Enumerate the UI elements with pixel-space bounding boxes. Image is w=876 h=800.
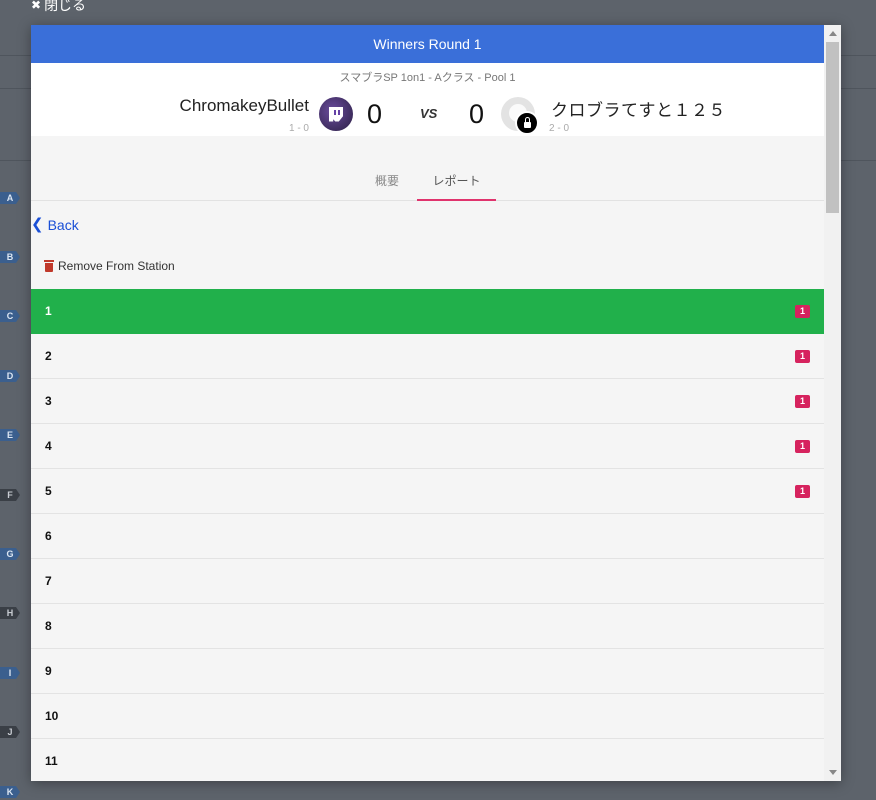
game-badge: 1 — [794, 394, 810, 408]
remove-from-station-button[interactable]: Remove From Station — [44, 259, 175, 273]
modal-scroll-area: Winners Round 1 スマブラSP 1on1 - Aクラス - Poo… — [31, 25, 824, 781]
game-number: 2 — [45, 349, 52, 363]
game-badge: 1 — [794, 304, 810, 318]
game-row[interactable]: 2 1 — [31, 334, 824, 379]
trash-icon — [44, 259, 54, 272]
lock-icon — [515, 111, 539, 135]
game-row[interactable]: 9 — [31, 649, 824, 694]
player1-name[interactable]: ChromakeyBullet — [180, 96, 309, 116]
match-info: スマブラSP 1on1 - Aクラス - Pool 1 ChromakeyBul… — [31, 63, 824, 136]
player2-score: 0 — [469, 99, 485, 129]
modal-scrollbar[interactable] — [824, 25, 841, 781]
tab-report[interactable]: レポート — [417, 172, 496, 201]
game-list: 1 1 2 1 3 1 4 1 5 1 6 7 8 9 10 11 — [31, 289, 824, 781]
game-number: 10 — [45, 709, 59, 723]
bg-bracket-tag: F — [0, 489, 20, 501]
game-number: 11 — [45, 754, 58, 768]
close-button[interactable]: ✖ 閉じる — [31, 0, 86, 15]
game-row[interactable]: 6 — [31, 514, 824, 559]
game-number: 1 — [45, 304, 52, 318]
close-icon: ✖ — [31, 0, 42, 12]
player1-record: 1 - 0 — [288, 123, 309, 134]
game-number: 5 — [45, 484, 52, 498]
back-label: Back — [47, 216, 79, 233]
bg-bracket-tag: K — [0, 786, 20, 798]
vs-label: VS — [420, 106, 438, 121]
bg-bracket-tag: A — [0, 192, 20, 204]
game-number: 9 — [45, 664, 52, 678]
player2-record: 2 - 0 — [549, 123, 570, 134]
bg-bracket-tag: H — [0, 607, 20, 619]
player1-avatar[interactable] — [319, 97, 353, 131]
game-row[interactable]: 10 — [31, 694, 824, 739]
bg-bracket-tag: G — [0, 548, 20, 560]
game-badge: 1 — [794, 439, 810, 453]
game-number: 4 — [45, 439, 52, 453]
game-row[interactable]: 3 1 — [31, 379, 824, 424]
twitch-icon — [329, 106, 343, 122]
event-name: スマブラSP 1on1 - Aクラス - Pool 1 — [339, 72, 516, 84]
tab-bar: 概要 レポート — [31, 136, 824, 201]
player2-name[interactable]: クロブラてすと１２５ — [551, 96, 726, 121]
bg-bracket-column: A B C D E F G H I J K — [0, 0, 31, 800]
player2-avatar[interactable] — [501, 97, 539, 135]
scroll-up-arrow-icon[interactable] — [829, 31, 837, 36]
bg-bracket-tag: B — [0, 251, 20, 263]
game-badge: 1 — [794, 484, 810, 498]
close-label: 閉じる — [44, 0, 87, 13]
game-number: 7 — [45, 574, 52, 588]
game-number: 8 — [45, 619, 52, 633]
game-row[interactable]: 7 — [31, 559, 824, 604]
game-row[interactable]: 1 1 — [31, 289, 824, 334]
game-row[interactable]: 5 1 — [31, 469, 824, 514]
remove-station-label: Remove From Station — [58, 259, 175, 273]
game-number: 3 — [45, 394, 52, 408]
game-number: 6 — [45, 529, 52, 543]
scroll-down-arrow-icon[interactable] — [829, 770, 837, 775]
bg-bracket-tag: E — [0, 429, 20, 441]
game-row[interactable]: 11 — [31, 739, 824, 781]
back-link[interactable]: ❮ Back — [31, 216, 79, 233]
modal-title: Winners Round 1 — [31, 25, 824, 63]
tab-overview[interactable]: 概要 — [366, 172, 408, 199]
bg-bracket-tag: I — [0, 667, 20, 679]
game-row[interactable]: 8 — [31, 604, 824, 649]
bg-bracket-tag: C — [0, 310, 20, 322]
bg-bracket-tag: J — [0, 726, 20, 738]
chevron-left-icon: ❮ — [31, 216, 44, 233]
bg-bracket-tag: D — [0, 370, 20, 382]
match-modal: Winners Round 1 スマブラSP 1on1 - Aクラス - Poo… — [31, 25, 841, 781]
game-row[interactable]: 4 1 — [31, 424, 824, 469]
scroll-thumb[interactable] — [826, 42, 839, 213]
player1-score: 0 — [367, 99, 383, 129]
game-badge: 1 — [794, 349, 810, 363]
